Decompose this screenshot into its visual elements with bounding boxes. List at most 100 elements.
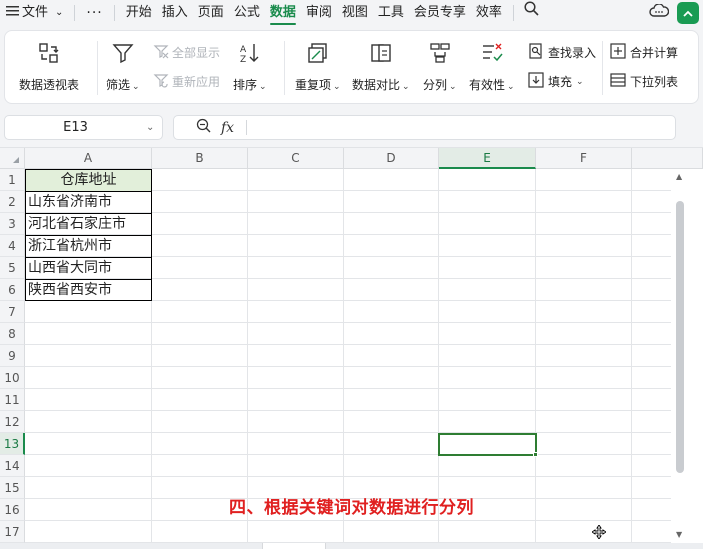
- address-table: 仓库地址 山东省济南市 河北省石家庄市 浙江省杭州市 山西省大同市 陕西省西安市: [25, 169, 152, 301]
- row-header-3[interactable]: 3: [0, 213, 25, 235]
- row-header-13[interactable]: 13: [0, 433, 25, 455]
- validity-icon: [480, 41, 504, 68]
- column-header-b[interactable]: B: [152, 148, 248, 169]
- validity-button[interactable]: 有效性 ⌄: [469, 41, 515, 93]
- dropdown-list-label: 下拉列表: [630, 75, 679, 89]
- ribbon-toolbar: 数据透视表 筛选 ⌄ 全部显示 重新应用 AZ 排序 ⌄ 重复项 ⌄ 数据对比 …: [4, 30, 699, 104]
- menu-icon: [6, 0, 19, 26]
- table-row[interactable]: 浙江省杭州市: [26, 236, 151, 258]
- validity-label: 有效性: [469, 78, 506, 92]
- table-row[interactable]: 河北省石家庄市: [26, 214, 151, 236]
- pivot-table-button[interactable]: 数据透视表: [19, 41, 79, 93]
- title-right-icons: [649, 0, 703, 26]
- dropdown-list-button[interactable]: 下拉列表: [610, 72, 678, 91]
- tab-data[interactable]: 数据: [265, 0, 301, 26]
- row-header-2[interactable]: 2: [0, 191, 25, 213]
- table-row[interactable]: 山西省大同市: [26, 258, 151, 280]
- row-header-12[interactable]: 12: [0, 411, 25, 433]
- cloud-icon[interactable]: [649, 3, 670, 22]
- name-box[interactable]: E13 ⌄: [4, 115, 163, 140]
- row-header-5[interactable]: 5: [0, 257, 25, 279]
- table-row[interactable]: 陕西省西安市: [26, 280, 151, 302]
- reapply-button[interactable]: 重新应用: [153, 72, 220, 91]
- find-entry-button[interactable]: 查找录入: [528, 43, 596, 62]
- column-header-e[interactable]: E: [439, 148, 536, 169]
- sheet-tab[interactable]: [262, 543, 326, 549]
- scroll-up-arrow[interactable]: ▲: [676, 172, 682, 181]
- column-header-a[interactable]: A: [25, 148, 152, 169]
- tab-member[interactable]: 会员专享: [409, 0, 471, 26]
- more-menu-button[interactable]: ···: [81, 0, 107, 26]
- column-header-f[interactable]: F: [536, 148, 632, 169]
- tab-view[interactable]: 视图: [337, 0, 373, 26]
- fill-handle[interactable]: [533, 452, 538, 457]
- chevron-down-icon: ⌄: [333, 82, 341, 92]
- active-cell-selection[interactable]: [438, 433, 537, 456]
- filter-label: 筛选: [106, 78, 131, 92]
- function-fx-icon[interactable]: fx: [221, 120, 234, 136]
- tab-start[interactable]: 开始: [121, 0, 157, 26]
- tab-insert[interactable]: 插入: [157, 0, 193, 26]
- fill-button[interactable]: 填充 ⌄: [528, 72, 584, 91]
- zoom-search-icon[interactable]: [196, 118, 211, 137]
- split-columns-button[interactable]: 分列 ⌄: [423, 41, 457, 93]
- duplicates-label: 重复项: [295, 78, 332, 92]
- data-compare-button[interactable]: 数据对比 ⌄: [352, 41, 410, 93]
- select-all-corner[interactable]: [0, 148, 25, 169]
- tab-page[interactable]: 页面: [193, 0, 229, 26]
- sort-label: 排序: [233, 78, 258, 92]
- table-row[interactable]: 山东省济南市: [26, 192, 151, 214]
- gridline: [343, 169, 344, 549]
- row-header-9[interactable]: 9: [0, 345, 25, 367]
- duplicates-button[interactable]: 重复项 ⌄: [295, 41, 341, 93]
- row-header-7[interactable]: 7: [0, 301, 25, 323]
- row-header-17[interactable]: 17: [0, 521, 25, 543]
- pivot-table-label: 数据透视表: [19, 78, 80, 92]
- filter-button[interactable]: 筛选 ⌄: [106, 41, 140, 93]
- worksheet-grid[interactable]: ABCDEF 1 2 3 4 5 6 7 8 9 10 11 12 13 14 15 16 17 仓库地址 山东…: [0, 147, 703, 549]
- row-header-11[interactable]: 11: [0, 389, 25, 411]
- gridline: [25, 520, 671, 521]
- ribbon-divider: [602, 41, 603, 95]
- show-all-button[interactable]: 全部显示: [153, 43, 220, 62]
- row-header-10[interactable]: 10: [0, 367, 25, 389]
- formula-divider: [246, 120, 248, 135]
- column-header-c[interactable]: C: [248, 148, 344, 169]
- sort-button[interactable]: AZ 排序 ⌄: [233, 41, 267, 93]
- chevron-down-icon: ⌄: [507, 82, 515, 92]
- search-button[interactable]: [520, 0, 543, 26]
- menu-divider: [113, 5, 115, 21]
- column-header-g[interactable]: [632, 148, 703, 169]
- ribbon-divider: [97, 41, 98, 95]
- scroll-down-arrow[interactable]: ▼: [676, 530, 682, 539]
- consolidate-icon: [610, 43, 626, 62]
- file-menu[interactable]: 文件 ⌄: [0, 0, 68, 26]
- row-header-14[interactable]: 14: [0, 455, 25, 477]
- ribbon-divider: [284, 41, 285, 95]
- gridline: [535, 169, 536, 549]
- split-columns-label: 分列: [423, 78, 448, 92]
- clear-filter-icon: [153, 43, 169, 62]
- consolidate-label: 合并计算: [630, 46, 679, 60]
- chevron-up-icon: [683, 6, 693, 21]
- tab-review[interactable]: 审阅: [301, 0, 337, 26]
- filter-icon: [111, 41, 135, 68]
- tab-efficiency[interactable]: 效率: [471, 0, 507, 26]
- tab-formula[interactable]: 公式: [229, 0, 265, 26]
- expand-ribbon-button[interactable]: [677, 2, 699, 24]
- row-header-1[interactable]: 1: [0, 169, 25, 191]
- tab-tools[interactable]: 工具: [373, 0, 409, 26]
- table-header-cell[interactable]: 仓库地址: [26, 170, 151, 192]
- row-header-8[interactable]: 8: [0, 323, 25, 345]
- column-header-d[interactable]: D: [344, 148, 439, 169]
- menu-divider: [512, 5, 514, 21]
- row-header-4[interactable]: 4: [0, 235, 25, 257]
- gridline: [25, 388, 671, 389]
- formula-bar[interactable]: fx: [173, 115, 676, 140]
- chevron-down-icon[interactable]: ⌄: [146, 122, 162, 133]
- row-header-6[interactable]: 6: [0, 279, 25, 301]
- file-menu-label: 文件: [22, 5, 49, 20]
- vertical-scrollbar-thumb[interactable]: [676, 201, 684, 473]
- consolidate-button[interactable]: 合并计算: [610, 43, 678, 62]
- fill-label: 填充: [548, 75, 573, 89]
